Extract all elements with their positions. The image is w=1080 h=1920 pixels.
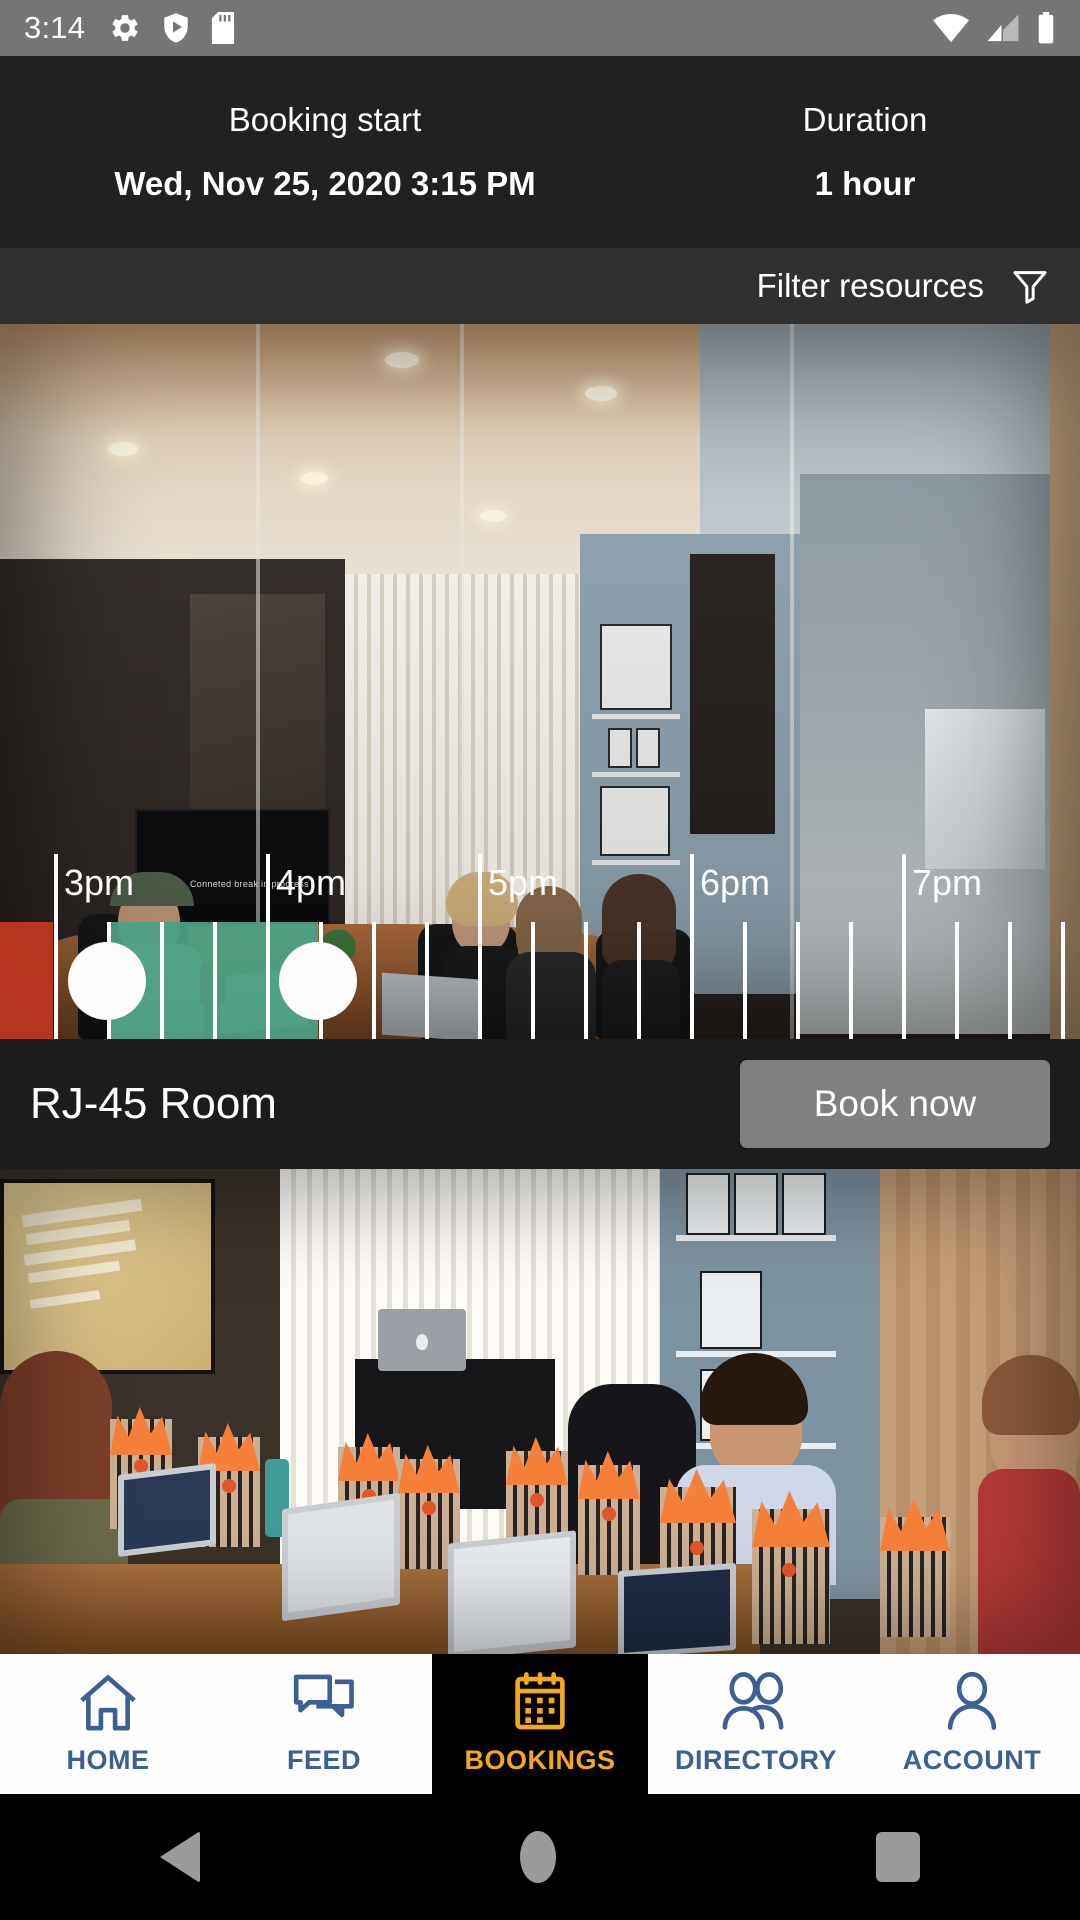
battery-icon	[1038, 12, 1054, 44]
resource-photo-2	[0, 1169, 1080, 1654]
play-protect-shield-icon	[164, 13, 188, 43]
timeline-quarter-tick	[743, 922, 747, 1039]
home-circle-icon[interactable]	[520, 1831, 556, 1883]
tab-feed[interactable]: FEED	[216, 1654, 432, 1794]
timeline-quarter-tick	[1061, 922, 1065, 1039]
booking-start-label: Booking start	[228, 101, 422, 138]
availability-timeline[interactable]: 3pm 4pm 5pm 6pm 7pm	[0, 854, 1080, 1039]
bottom-tab-bar: HOME FEED BOOKINGS DIRECTORY ACCOUNT	[0, 1654, 1080, 1794]
timeline-start-handle[interactable]	[68, 942, 146, 1020]
timeline-quarter-tick	[213, 922, 217, 1039]
timeline-quarter-tick	[425, 922, 429, 1039]
home-icon	[80, 1675, 136, 1731]
resource-photo-1: Conneted break in progress	[0, 324, 1080, 1039]
timeline-hour-tick	[690, 854, 694, 1039]
timeline-hour-tick	[478, 854, 482, 1039]
status-bar-notification-icons	[109, 12, 235, 44]
wifi-icon	[933, 13, 969, 43]
booking-start-group[interactable]: Booking start Wed, Nov 25, 2020 3:15 PM	[0, 101, 650, 203]
app-root: 3:14 Booking start Wed, Nov 25, 2020 3:1…	[0, 0, 1080, 1920]
book-now-button[interactable]: Book now	[740, 1060, 1050, 1148]
android-navigation-bar	[0, 1794, 1080, 1920]
people-group-icon	[722, 1672, 784, 1730]
resource-card-next[interactable]	[0, 1169, 1080, 1654]
tab-directory[interactable]: DIRECTORY	[648, 1654, 864, 1794]
timeline-quarter-tick	[160, 922, 164, 1039]
booking-duration-group[interactable]: Duration 1 hour	[650, 101, 1080, 203]
tab-bookings[interactable]: BOOKINGS	[432, 1654, 648, 1794]
sd-card-icon	[212, 12, 235, 44]
gear-icon	[112, 15, 138, 41]
timeline-busy-block	[0, 922, 53, 1039]
booking-start-value[interactable]: Wed, Nov 25, 2020 3:15 PM	[114, 165, 535, 203]
timeline-end-handle[interactable]	[279, 942, 357, 1020]
resource-name: RJ-45 Room	[30, 1079, 277, 1128]
calendar-icon	[515, 1672, 565, 1730]
tab-bookings-label: BOOKINGS	[464, 1745, 616, 1775]
resource-card-footer: RJ-45 Room Book now	[0, 1039, 1080, 1169]
timeline-quarter-tick	[637, 922, 641, 1039]
cellular-signal-icon	[987, 14, 1019, 42]
booking-duration-label: Duration	[802, 101, 928, 138]
person-icon	[947, 1672, 997, 1730]
android-status-bar: 3:14	[0, 0, 1080, 56]
booking-duration-value[interactable]: 1 hour	[815, 165, 916, 203]
timeline-quarter-tick	[796, 922, 800, 1039]
timeline-hour-label: 3pm	[64, 862, 135, 903]
timeline-hour-label: 7pm	[912, 862, 983, 903]
resource-card-rj45[interactable]: Conneted break in progress	[0, 324, 1080, 1169]
timeline-hour-tick	[266, 854, 270, 1039]
status-bar-clock: 3:14	[24, 10, 86, 45]
chat-bubbles-icon	[293, 1674, 354, 1718]
booking-header: Booking start Wed, Nov 25, 2020 3:15 PM …	[0, 56, 1080, 248]
status-bar-system-icons	[932, 12, 1056, 44]
timeline-hour-tick	[902, 854, 906, 1039]
tab-home-label: HOME	[66, 1745, 150, 1775]
timeline-quarter-tick	[531, 922, 535, 1039]
filter-resources-label: Filter resources	[756, 267, 984, 304]
timeline-quarter-tick	[1008, 922, 1012, 1039]
filter-funnel-icon[interactable]	[1010, 266, 1050, 306]
tab-feed-label: FEED	[286, 1745, 361, 1775]
recents-square-icon[interactable]	[876, 1832, 920, 1882]
tab-account-label: ACCOUNT	[902, 1745, 1042, 1775]
timeline-quarter-tick	[584, 922, 588, 1039]
filter-resources-bar[interactable]: Filter resources	[0, 248, 1080, 324]
back-triangle-icon[interactable]	[160, 1831, 200, 1883]
timeline-quarter-tick	[372, 922, 376, 1039]
tab-directory-label: DIRECTORY	[674, 1745, 838, 1775]
timeline-hour-label: 6pm	[700, 862, 771, 903]
timeline-hour-tick	[54, 854, 58, 1039]
tab-home[interactable]: HOME	[0, 1654, 216, 1794]
timeline-quarter-tick	[955, 922, 959, 1039]
timeline-hour-label: 5pm	[488, 862, 559, 903]
timeline-quarter-tick	[849, 922, 853, 1039]
tab-account[interactable]: ACCOUNT	[864, 1654, 1080, 1794]
timeline-hour-label: 4pm	[276, 862, 347, 903]
